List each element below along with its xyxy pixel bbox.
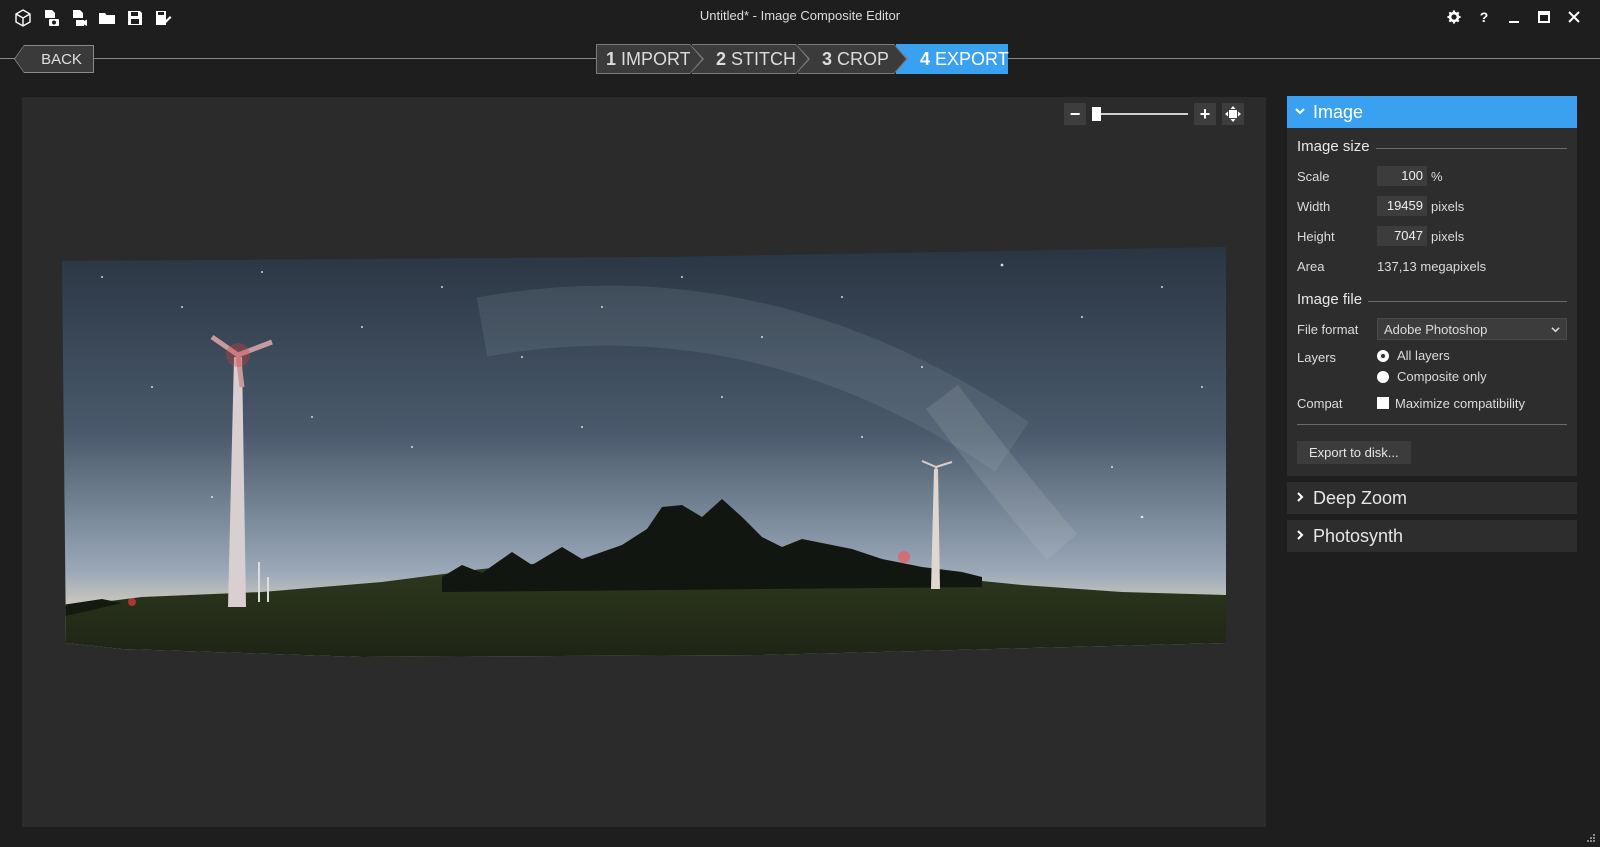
step-number: 2 <box>716 48 727 69</box>
scale-input[interactable]: 100 <box>1377 166 1427 186</box>
help-icon[interactable]: ? <box>1472 6 1496 28</box>
height-row: Height 7047 pixels <box>1297 225 1567 247</box>
window-controls: ? <box>1442 6 1586 28</box>
maximize-compatibility-checkbox[interactable]: Maximize compatibility <box>1377 396 1525 411</box>
file-format-value: Adobe Photoshop <box>1384 321 1488 337</box>
image-size-heading: Image size <box>1297 138 1567 155</box>
radio-selected-icon <box>1377 349 1389 362</box>
chevron-right-icon <box>1295 529 1309 543</box>
back-button[interactable]: BACK <box>14 45 94 73</box>
zoom-in-button[interactable]: + <box>1194 103 1216 125</box>
area-value: 137,13 megapixels <box>1377 258 1487 274</box>
compat-label: Compat <box>1297 395 1343 411</box>
area-row: Area 137,13 megapixels <box>1297 255 1567 277</box>
section-photosynth-header[interactable]: Photosynth <box>1287 520 1577 552</box>
layers-row: Layers All layers Composite only <box>1297 348 1567 384</box>
step-stitch[interactable]: 2 STITCH <box>692 44 810 74</box>
radio-icon <box>1377 370 1389 383</box>
maximize-icon[interactable] <box>1532 6 1556 28</box>
subhead-label: Image size <box>1297 138 1370 155</box>
gear-icon[interactable] <box>1442 6 1466 28</box>
scale-label: Scale <box>1297 168 1330 184</box>
layers-radio-group: All layers Composite only <box>1377 348 1487 384</box>
zoom-slider[interactable] <box>1092 103 1188 125</box>
format-row: File format Adobe Photoshop <box>1297 318 1567 340</box>
section-deep-zoom-header[interactable]: Deep Zoom <box>1287 482 1577 514</box>
area-label: Area <box>1297 258 1325 274</box>
step-label: EXPORT <box>935 48 1009 69</box>
radio-label: Composite only <box>1397 369 1487 384</box>
width-row: Width 19459 pixels <box>1297 195 1567 217</box>
section-image-body: Image size Scale 100 % Width 19459 pixel… <box>1287 128 1577 476</box>
scale-row: Scale 100 % <box>1297 165 1567 187</box>
chevron-right-icon <box>1295 491 1309 505</box>
layers-composite-radio[interactable]: Composite only <box>1377 369 1487 384</box>
zoom-out-button[interactable]: − <box>1064 103 1086 125</box>
step-crop[interactable]: 3 CROP <box>798 44 908 74</box>
resize-grip-icon[interactable] <box>1586 833 1596 843</box>
step-import[interactable]: 1 IMPORT <box>596 44 704 74</box>
step-export[interactable]: 4 EXPORT <box>896 44 1009 74</box>
chevron-down-icon <box>1295 105 1309 119</box>
image-file-heading: Image file <box>1297 291 1567 308</box>
minimize-icon[interactable] <box>1502 6 1526 28</box>
workflow-steps: 1 IMPORT 2 STITCH 3 CROP 4 EXPORT <box>596 44 1010 74</box>
layers-all-radio[interactable]: All layers <box>1377 348 1487 363</box>
compat-row: Compat Maximize compatibility <box>1297 392 1567 414</box>
step-number: 4 <box>920 48 931 69</box>
panorama-preview <box>62 247 1226 657</box>
preview-canvas[interactable]: − + <box>22 97 1266 827</box>
zoom-fit-icon[interactable] <box>1222 103 1244 125</box>
height-label: Height <box>1297 228 1335 244</box>
step-label: IMPORT <box>621 48 691 69</box>
export-panel: Image Image size Scale 100 % Width 19459… <box>1287 96 1577 558</box>
width-unit: pixels <box>1431 198 1465 214</box>
title-bar: Untitled* - Image Composite Editor ? <box>0 0 1600 34</box>
step-number: 3 <box>822 48 833 69</box>
radio-label: All layers <box>1397 348 1450 363</box>
zoom-slider-track <box>1092 113 1188 115</box>
height-unit: pixels <box>1431 228 1465 244</box>
subhead-label: Image file <box>1297 291 1363 308</box>
checkbox-icon <box>1377 397 1389 409</box>
format-label: File format <box>1297 321 1359 337</box>
chevron-down-icon <box>1551 322 1560 337</box>
section-image-header[interactable]: Image <box>1287 96 1577 128</box>
step-label: CROP <box>837 48 890 69</box>
width-label: Width <box>1297 198 1331 214</box>
width-input[interactable]: 19459 <box>1377 196 1427 216</box>
section-title: Photosynth <box>1313 525 1404 546</box>
close-icon[interactable] <box>1562 6 1586 28</box>
layers-label: Layers <box>1297 350 1337 365</box>
window-title: Untitled* - Image Composite Editor <box>699 8 901 23</box>
zoom-controls: − + <box>1064 103 1244 125</box>
step-label: STITCH <box>731 48 797 69</box>
divider <box>1297 424 1567 425</box>
section-title: Image <box>1313 101 1364 122</box>
export-to-disk-button[interactable]: Export to disk... <box>1297 441 1411 464</box>
file-format-select[interactable]: Adobe Photoshop <box>1377 318 1567 340</box>
workflow-bar: BACK 1 IMPORT 2 STITCH 3 CROP 4 EXPORT <box>0 42 1600 76</box>
zoom-slider-thumb[interactable] <box>1092 107 1101 121</box>
step-number: 1 <box>606 48 617 69</box>
height-input[interactable]: 7047 <box>1377 226 1427 246</box>
section-title: Deep Zoom <box>1313 487 1408 508</box>
scale-unit: % <box>1431 168 1443 184</box>
checkbox-label: Maximize compatibility <box>1395 395 1526 411</box>
